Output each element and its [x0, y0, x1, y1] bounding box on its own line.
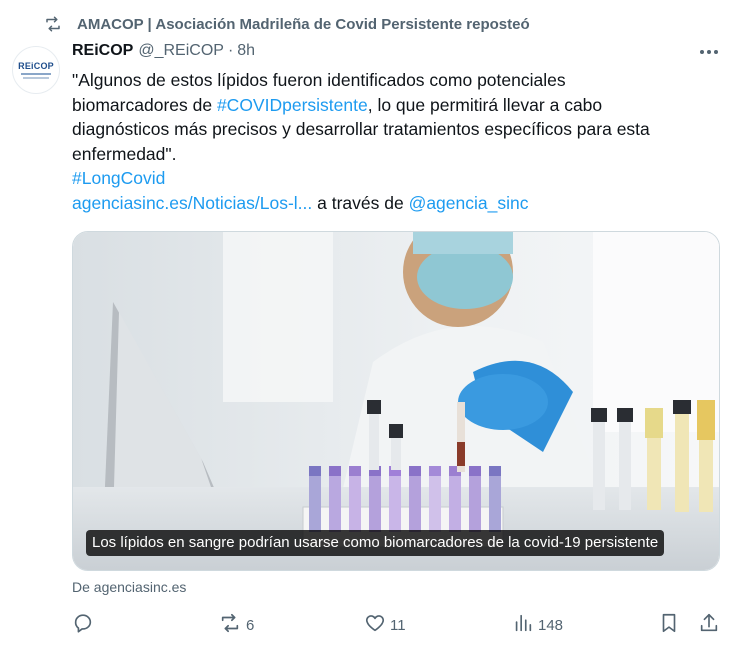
- bar-chart-icon: [512, 612, 538, 638]
- like-count: 11: [390, 616, 406, 634]
- like-button[interactable]: 11: [364, 612, 406, 638]
- separator-dot: ·: [227, 42, 234, 59]
- avatar[interactable]: REiCOP: [12, 46, 60, 94]
- tweet-line: agenciasinc.es/Noticias/Los-l... a travé…: [72, 191, 712, 216]
- hashtag-longcovid[interactable]: #LongCovid: [72, 168, 165, 188]
- bookmark-icon: [658, 612, 684, 638]
- mention-agencia-sinc[interactable]: @agencia_sinc: [409, 193, 529, 213]
- avatar-logo-line: [23, 77, 49, 79]
- more-options-icon[interactable]: [696, 40, 722, 64]
- tweet-text-fragment: , lo que permitirá llevar a cabo: [367, 94, 603, 115]
- repost-icon: [218, 612, 246, 638]
- card-source[interactable]: De agenciasinc.es: [72, 579, 186, 595]
- repost-header[interactable]: AMACOP | Asociación Madrileña de Covid P…: [42, 13, 530, 35]
- author-name[interactable]: REiCOP: [72, 42, 133, 60]
- tweet-line: diagnósticos más precisos y desarrollar …: [72, 119, 650, 139]
- tweet-line: #LongCovid: [72, 166, 712, 191]
- lab-photo: [73, 232, 719, 570]
- heart-icon: [364, 612, 390, 638]
- share-icon: [698, 612, 724, 638]
- reply-icon: [72, 612, 98, 638]
- avatar-logo-line: [21, 73, 51, 75]
- hashtag-covidpersistente[interactable]: #COVIDpersistente: [217, 95, 368, 115]
- repost-text: AMACOP | Asociación Madrileña de Covid P…: [77, 15, 530, 33]
- reply-button[interactable]: [72, 612, 98, 638]
- tweet-line: enfermedad".: [72, 143, 177, 164]
- repost-icon: [42, 13, 64, 35]
- tweet-text-fragment: biomarcadores de: [72, 94, 217, 115]
- tweet-header: REiCOP @_REiCOP · 8h: [72, 40, 255, 62]
- views-count: 148: [538, 616, 564, 634]
- media-card[interactable]: [72, 231, 720, 571]
- bookmark-button[interactable]: [658, 612, 684, 638]
- article-link[interactable]: agenciasinc.es/Noticias/Los-l...: [72, 193, 312, 213]
- repost-count: 6: [246, 616, 255, 634]
- tweet-line: "Algunos de estos lípidos fueron identif…: [72, 70, 566, 90]
- share-button[interactable]: [698, 612, 724, 638]
- tweet-line: biomarcadores de #COVIDpersistente, lo q…: [72, 93, 712, 118]
- image-caption: Los lípidos en sangre podrían usarse com…: [86, 530, 665, 556]
- tweet-text: "Algunos de estos lípidos fueron identif…: [72, 68, 712, 215]
- via-text: a través de: [312, 192, 409, 213]
- action-bar: 6 11 148: [72, 612, 722, 638]
- avatar-logo: REiCOP: [18, 61, 54, 71]
- author-handle[interactable]: @_REiCOP: [138, 42, 224, 60]
- repost-button[interactable]: 6: [218, 612, 254, 638]
- timestamp[interactable]: 8h: [237, 42, 255, 60]
- views-button[interactable]: 148: [512, 612, 563, 638]
